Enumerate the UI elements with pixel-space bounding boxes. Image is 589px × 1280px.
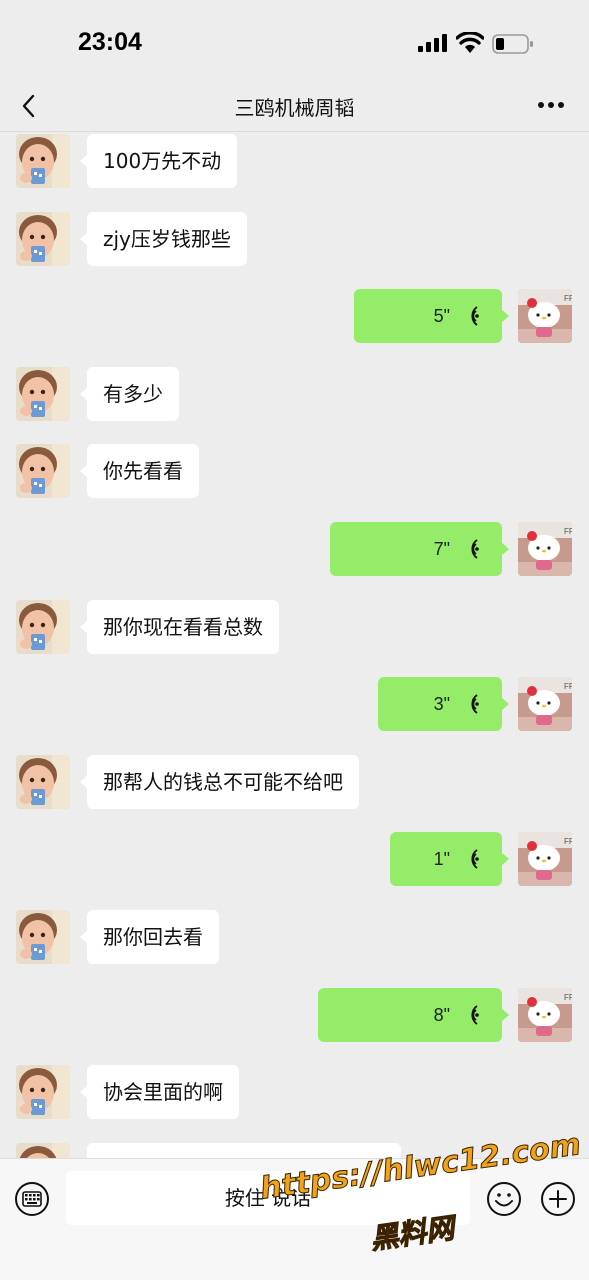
battery-icon	[492, 34, 533, 54]
my-avatar[interactable]: FF	[518, 988, 572, 1042]
voice-message-bubble[interactable]: 1"	[390, 832, 509, 886]
contact-avatar[interactable]	[16, 1143, 70, 1158]
status-time: 23:04	[78, 28, 142, 56]
text-message-bubble[interactable]: 那你现在看看总数	[80, 600, 279, 654]
contact-avatar[interactable]	[16, 600, 70, 654]
contact-avatar[interactable]	[16, 367, 70, 421]
voice-wave-icon	[471, 306, 479, 326]
voice-duration: 5"	[433, 306, 450, 326]
wifi-icon	[456, 32, 484, 53]
svg-text:FF: FF	[564, 682, 572, 691]
chat-title: 三鸥机械周韬	[234, 96, 355, 120]
svg-text:FF: FF	[564, 993, 572, 1002]
svg-text:FF: FF	[564, 527, 572, 536]
text-message-bubble[interactable]	[87, 1143, 401, 1158]
emoji-icon[interactable]	[486, 1181, 522, 1217]
svg-text:FF: FF	[564, 837, 572, 846]
text-message-bubble[interactable]: zjy压岁钱那些	[80, 212, 247, 266]
voice-wave-icon	[471, 539, 479, 559]
svg-text:FF: FF	[564, 294, 572, 303]
status-bar: 23:04	[0, 0, 589, 80]
my-avatar[interactable]: FF	[518, 677, 572, 731]
contact-avatar[interactable]	[16, 755, 70, 809]
contact-avatar[interactable]	[16, 910, 70, 964]
contact-avatar[interactable]	[16, 134, 70, 188]
text-message-bubble[interactable]: 协会里面的啊	[80, 1065, 239, 1119]
voice-message-bubble[interactable]: 7"	[330, 522, 509, 576]
chat-message-list[interactable]: 100万先不动 zjy压岁钱那些 FF 5" 有多少你先看看 FF 7" 那你现在看看总数 FF…	[0, 132, 589, 1158]
keyboard-icon[interactable]	[14, 1181, 50, 1217]
my-avatar[interactable]: FF	[518, 289, 572, 343]
cellular-signal-icon	[418, 34, 447, 52]
text-message-bubble[interactable]: 那帮人的钱总不可能不给吧	[80, 755, 359, 809]
my-avatar[interactable]: FF	[518, 522, 572, 576]
contact-avatar[interactable]	[16, 1065, 70, 1119]
contact-avatar[interactable]	[16, 444, 70, 498]
contact-avatar[interactable]	[16, 212, 70, 266]
text-message-bubble[interactable]: 那你回去看	[80, 910, 219, 964]
my-avatar[interactable]: FF	[518, 832, 572, 886]
text-message-bubble[interactable]: 100万先不动	[79, 134, 238, 188]
more-dots-icon[interactable]	[537, 100, 565, 110]
voice-message-bubble[interactable]: 3"	[378, 677, 509, 731]
voice-wave-icon	[471, 1005, 479, 1025]
voice-duration: 1"	[433, 849, 450, 869]
voice-duration: 3"	[433, 694, 450, 714]
text-message-bubble[interactable]: 有多少	[80, 367, 179, 421]
plus-icon[interactable]	[540, 1181, 576, 1217]
voice-duration: 8"	[433, 1005, 450, 1025]
voice-message-bubble[interactable]: 8"	[318, 988, 509, 1042]
voice-wave-icon	[471, 694, 479, 714]
voice-message-bubble[interactable]: 5"	[354, 289, 509, 343]
text-message-bubble[interactable]: 你先看看	[80, 444, 199, 498]
voice-wave-icon	[471, 849, 479, 869]
nav-bar: 三鸥机械周韬	[0, 80, 589, 132]
voice-duration: 7"	[433, 539, 450, 559]
